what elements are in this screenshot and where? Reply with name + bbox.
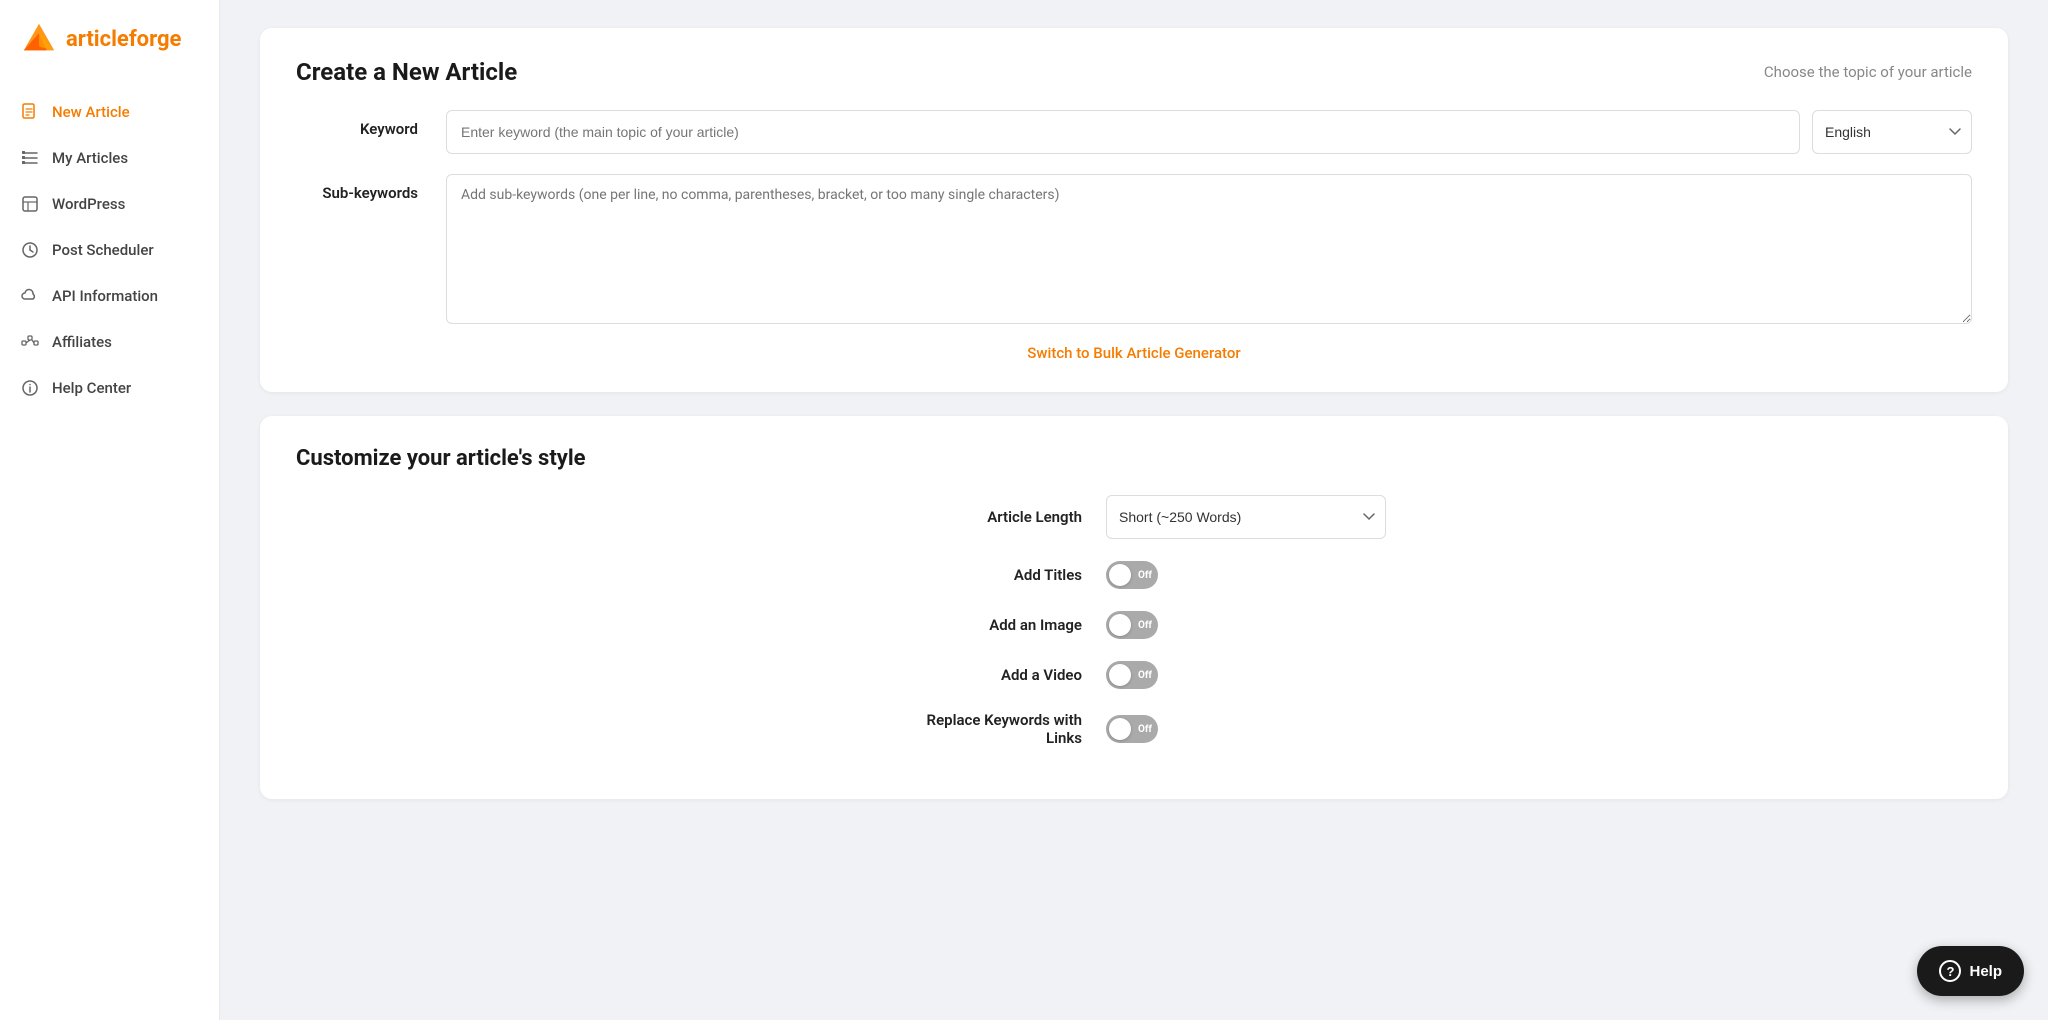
sidebar-item-help-center[interactable]: Help Center xyxy=(0,366,219,410)
add-titles-toggle-state: Off xyxy=(1138,570,1152,581)
add-video-control: Off xyxy=(1106,661,1406,689)
add-image-control: Off xyxy=(1106,611,1406,639)
add-image-toggle-switch[interactable]: Off xyxy=(1106,611,1158,639)
sidebar-item-new-article[interactable]: New Article xyxy=(0,90,219,134)
sidebar: articleforge New Article xyxy=(0,0,220,1020)
keyword-input[interactable] xyxy=(446,110,1800,154)
help-button[interactable]: ? Help xyxy=(1917,946,2024,996)
replace-keywords-label: Replace Keywords with Links xyxy=(862,711,1082,747)
add-titles-toggle[interactable]: Off xyxy=(1106,561,1158,589)
create-article-subtitle: Choose the topic of your article xyxy=(1764,63,1972,81)
add-titles-control: Off xyxy=(1106,561,1406,589)
article-length-row: Article Length Short (~250 Words) Medium… xyxy=(296,495,1972,539)
add-image-row: Add an Image Off xyxy=(296,611,1972,639)
replace-keywords-toggle-switch[interactable]: Off xyxy=(1106,715,1158,743)
sidebar-item-affiliates[interactable]: Affiliates xyxy=(0,320,219,364)
keyword-row: Keyword English Spanish French German It… xyxy=(296,110,1972,154)
sidebar-item-api-information[interactable]: API Information xyxy=(0,274,219,318)
add-image-toggle[interactable]: Off xyxy=(1106,611,1158,639)
create-article-header: Create a New Article Choose the topic of… xyxy=(296,58,1972,86)
sidebar-item-api-information-label: API Information xyxy=(52,287,158,305)
document-icon xyxy=(20,102,40,122)
sidebar-item-wordpress[interactable]: WordPress xyxy=(0,182,219,226)
add-image-label: Add an Image xyxy=(862,616,1082,634)
add-titles-toggle-switch[interactable]: Off xyxy=(1106,561,1158,589)
add-video-toggle-switch[interactable]: Off xyxy=(1106,661,1158,689)
subkeywords-controls xyxy=(446,174,1972,324)
help-button-label: Help xyxy=(1969,963,2002,980)
sidebar-item-post-scheduler[interactable]: Post Scheduler xyxy=(0,228,219,272)
subkeywords-label: Sub-keywords xyxy=(296,174,446,202)
logo-icon xyxy=(20,20,58,58)
main-content: Create a New Article Choose the topic of… xyxy=(220,0,2048,1020)
replace-keywords-toggle[interactable]: Off xyxy=(1106,715,1158,743)
list-icon xyxy=(20,148,40,168)
question-mark-icon: ? xyxy=(1939,960,1961,982)
subkeywords-textarea[interactable] xyxy=(446,174,1972,324)
sidebar-item-post-scheduler-label: Post Scheduler xyxy=(52,241,154,259)
add-video-row: Add a Video Off xyxy=(296,661,1972,689)
add-titles-label: Add Titles xyxy=(862,566,1082,584)
cloud-icon xyxy=(20,286,40,306)
sidebar-item-wordpress-label: WordPress xyxy=(52,195,125,213)
add-video-toggle[interactable]: Off xyxy=(1106,661,1158,689)
article-length-label: Article Length xyxy=(862,508,1082,526)
replace-keywords-control: Off xyxy=(1106,715,1406,743)
language-select[interactable]: English Spanish French German Italian Po… xyxy=(1812,110,1972,154)
sidebar-item-help-center-label: Help Center xyxy=(52,379,131,397)
sidebar-item-my-articles-label: My Articles xyxy=(52,149,128,167)
replace-keywords-row: Replace Keywords with Links Off xyxy=(296,711,1972,747)
clock-icon xyxy=(20,240,40,260)
keyword-controls: English Spanish French German Italian Po… xyxy=(446,110,1972,154)
sidebar-item-affiliates-label: Affiliates xyxy=(52,333,112,351)
wordpress-icon xyxy=(20,194,40,214)
sidebar-navigation: New Article My Articles xyxy=(0,82,219,418)
article-length-select[interactable]: Short (~250 Words) Medium (~500 Words) L… xyxy=(1106,495,1386,539)
keyword-label: Keyword xyxy=(296,110,446,138)
affiliates-icon xyxy=(20,332,40,352)
article-length-control: Short (~250 Words) Medium (~500 Words) L… xyxy=(1106,495,1406,539)
customize-article-card: Customize your article's style Article L… xyxy=(260,416,2008,799)
create-article-title: Create a New Article xyxy=(296,58,517,86)
add-video-toggle-state: Off xyxy=(1138,670,1152,681)
add-video-label: Add a Video xyxy=(862,666,1082,684)
add-titles-row: Add Titles Off xyxy=(296,561,1972,589)
replace-keywords-toggle-state: Off xyxy=(1138,724,1152,735)
add-image-toggle-state: Off xyxy=(1138,620,1152,631)
logo: articleforge xyxy=(0,0,219,82)
bulk-article-link[interactable]: Switch to Bulk Article Generator xyxy=(296,344,1972,362)
sidebar-item-my-articles[interactable]: My Articles xyxy=(0,136,219,180)
customize-title: Customize your article's style xyxy=(296,446,1972,471)
info-icon xyxy=(20,378,40,398)
logo-text: articleforge xyxy=(66,27,181,52)
subkeywords-row: Sub-keywords xyxy=(296,174,1972,324)
sidebar-item-new-article-label: New Article xyxy=(52,103,130,121)
create-article-card: Create a New Article Choose the topic of… xyxy=(260,28,2008,392)
